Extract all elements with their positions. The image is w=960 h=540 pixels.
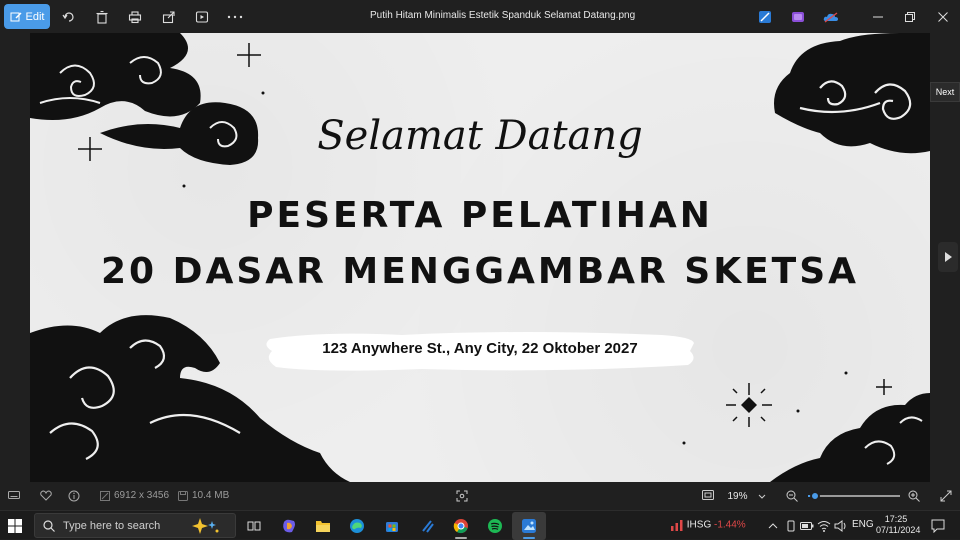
stock-name: IHSG [686,519,712,531]
edit-icon [10,12,22,21]
headline-line-1: PESERTA PELATIHAN [247,195,713,236]
spotify-icon[interactable] [486,517,504,535]
chrome-icon[interactable] [452,517,470,535]
clock-time: 17:25 [884,514,908,524]
dimensions-value: 6912 x 3456 [114,490,170,501]
dimensions-icon [100,490,110,501]
share-icon[interactable] [160,8,178,26]
file-explorer-icon[interactable] [314,517,332,535]
favorite-icon[interactable] [40,490,52,501]
info-icon[interactable] [68,490,80,502]
zoom-slider-thumb[interactable] [810,491,820,501]
edit-button[interactable]: Edit [4,4,50,29]
task-view-icon[interactable] [245,517,263,535]
filmstrip-icon[interactable] [8,490,20,500]
close-icon[interactable] [935,9,951,25]
restore-icon[interactable] [902,9,918,25]
next-tooltip: Next [930,82,960,102]
photos-app-window: Edit Putih Hitam Minimalis Estetik Spand… [0,0,960,540]
stock-change: -1.44% [714,519,746,531]
zoom-out-icon[interactable] [786,490,798,502]
chevron-down-icon [759,494,766,499]
edit-label: Edit [25,10,45,23]
clipchamp-icon[interactable] [789,8,807,26]
stock-widget[interactable]: IHSG -1.44% [670,519,746,531]
search-icon [43,519,55,532]
file-size: 10.4 MB [178,490,229,501]
title-bar: Edit Putih Hitam Minimalis Estetik Spand… [0,0,960,33]
crop-fit-icon[interactable] [456,490,468,502]
greeting-text: Selamat Datang [317,113,643,159]
zoom-value: 19% [727,490,748,502]
zoom-dropdown[interactable]: 19% [722,486,772,506]
file-size-value: 10.4 MB [192,490,230,501]
onedrive-icon[interactable] [822,8,840,26]
notifications-icon[interactable] [929,517,947,535]
input-language[interactable]: ENG [852,519,874,530]
stock-chart-icon [671,520,683,531]
taskbar-search-box[interactable]: Type here to search [34,513,236,538]
event-address: 123 Anywhere St., Any City, 22 Oktober 2… [322,340,638,357]
edge-icon[interactable] [348,517,366,535]
disk-icon [178,490,188,501]
photos-icon[interactable] [520,517,538,535]
windows-taskbar: Type here to search IHSG -1.44% ENG 17:2… [0,510,960,540]
wifi-icon[interactable] [815,517,833,535]
print-icon[interactable] [126,8,144,26]
zoom-slider-track[interactable] [808,495,900,497]
more-icon[interactable] [226,8,244,26]
window-title: Putih Hitam Minimalis Estetik Spanduk Se… [370,10,636,21]
actual-size-icon[interactable] [702,490,714,500]
zoom-in-icon[interactable] [908,490,920,502]
rotate-icon[interactable] [60,8,78,26]
vscode-icon[interactable] [418,517,436,535]
copilot-icon[interactable] [280,517,298,535]
volume-icon[interactable] [832,517,850,535]
windows-start-icon[interactable] [8,519,22,533]
minimize-icon[interactable] [870,9,886,25]
battery-icon[interactable] [798,517,816,535]
play-right-icon [945,252,952,262]
next-image-button[interactable] [938,242,958,272]
image-canvas[interactable]: Selamat Datang PESERTA PELATIHAN 20 DASA… [30,33,930,482]
clock-date: 07/11/2024 [876,525,921,535]
designer-icon[interactable] [756,8,774,26]
image-dimensions: 6912 x 3456 [100,490,169,501]
delete-icon[interactable] [93,8,111,26]
slideshow-icon[interactable] [193,8,211,26]
sparkle-icon [192,517,219,534]
search-placeholder: Type here to search [63,519,161,532]
taskbar-clock[interactable]: 17:25 07/11/2024 [876,514,921,536]
store-icon[interactable] [383,517,401,535]
fullscreen-icon[interactable] [940,490,952,502]
show-hidden-icons-chevron-up-icon[interactable] [764,517,782,535]
headline-line-2: 20 DASAR MENGGAMBAR SKETSA [100,251,860,292]
